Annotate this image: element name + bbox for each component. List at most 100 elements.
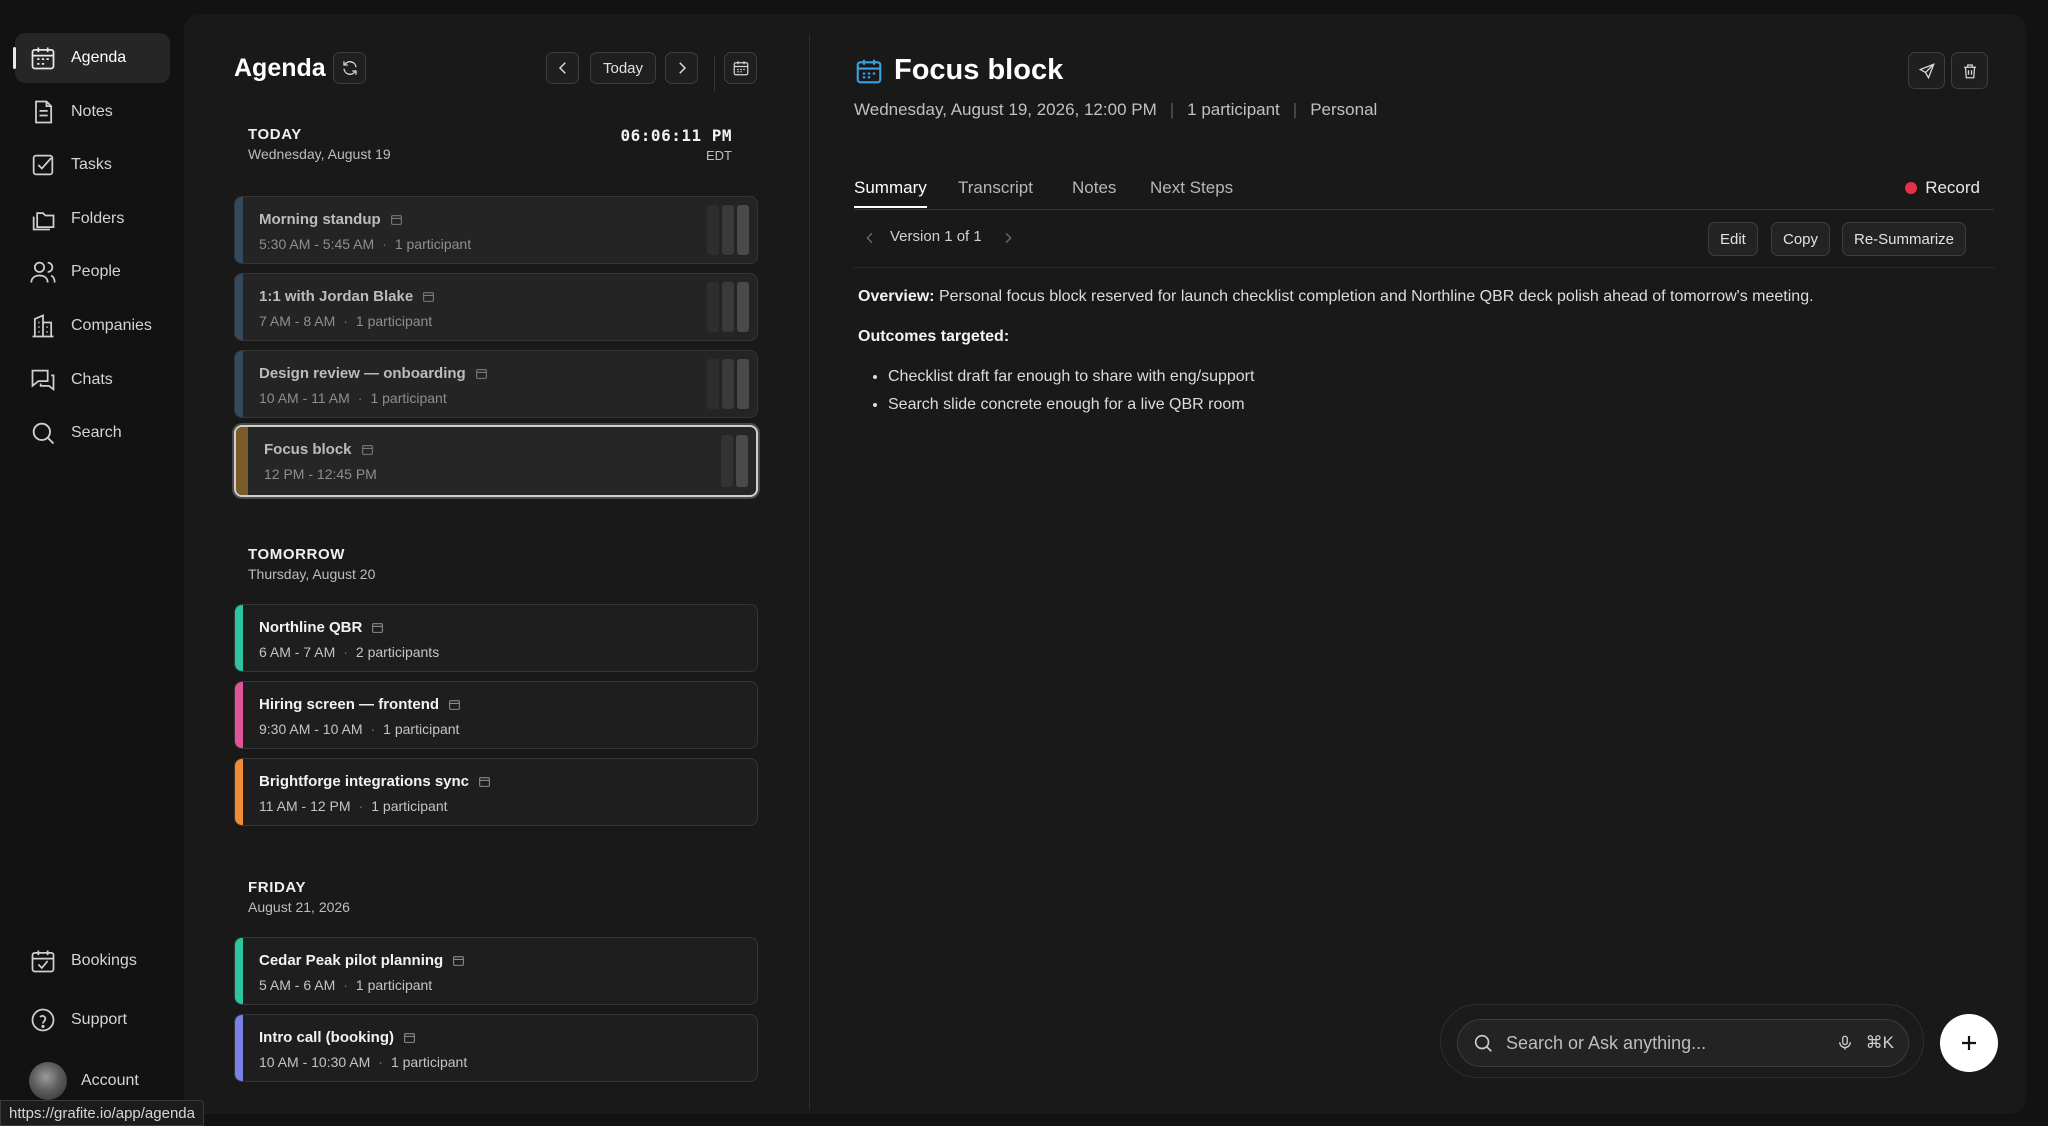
next-day-button[interactable] <box>665 52 698 84</box>
plus-icon <box>1962 1036 1976 1050</box>
sidebar-item-notes[interactable]: Notes <box>15 87 170 137</box>
sidebar-item-bookings[interactable]: Bookings <box>15 936 170 986</box>
event-color-bar <box>235 197 243 263</box>
event-meta: 11 AM - 12 PM · 1 participant <box>259 798 448 814</box>
copy-button[interactable]: Copy <box>1771 222 1831 256</box>
main-panel: Agenda Today TODAY Wednesday, August 19 … <box>184 14 2026 1114</box>
day-header-tomorrow: TOMORROW Thursday, August 20 <box>234 532 758 608</box>
calendar-small-icon <box>390 215 402 225</box>
sidebar-item-label: Bookings <box>71 952 137 969</box>
day-name: FRIDAY <box>248 879 307 896</box>
sidebar-item-support[interactable]: Support <box>15 995 170 1045</box>
help-icon <box>31 1008 55 1032</box>
detail-tabs: Summary Transcript Notes Next Steps Reco… <box>854 164 1994 210</box>
chevron-left-icon[interactable] <box>862 230 878 246</box>
chevron-right-icon[interactable] <box>1000 230 1016 246</box>
tab-summary[interactable]: Summary <box>854 178 927 208</box>
calendar-small-icon <box>453 956 465 966</box>
summary-content: Overview: Personal focus block reserved … <box>858 286 1998 422</box>
calendar-icon <box>31 47 55 70</box>
event-meta: 10 AM - 10:30 AM · 1 participant <box>259 1054 468 1070</box>
tab-notes[interactable]: Notes <box>1072 178 1116 198</box>
delete-button[interactable] <box>1951 52 1988 89</box>
calendar-small-icon <box>361 445 373 455</box>
event-title: Brightforge integrations sync <box>259 773 491 790</box>
event-card-design-review[interactable]: Design review — onboarding 10 AM - 11 AM… <box>234 350 758 418</box>
calendar-icon <box>856 59 882 83</box>
new-item-button[interactable] <box>1940 1014 1998 1072</box>
previous-day-button[interactable] <box>546 52 579 84</box>
tab-next-steps[interactable]: Next Steps <box>1150 178 1233 198</box>
day-header-today: TODAY Wednesday, August 19 06:06:11 PM E… <box>234 126 758 198</box>
trash-icon <box>1963 63 1976 78</box>
share-button[interactable] <box>1908 52 1945 89</box>
event-card-morning-standup[interactable]: Morning standup 5:30 AM - 5:45 AM · 1 part… <box>234 196 758 264</box>
meeting-participants: 1 participant <box>1187 100 1280 119</box>
event-card-hiring-screen[interactable]: Hiring screen — frontend 9:30 AM - 10 AM… <box>234 681 758 749</box>
event-card-intro-call[interactable]: Intro call (booking) 10 AM - 10:30 AM · 1 … <box>234 1014 758 1082</box>
edit-button[interactable]: Edit <box>1708 222 1758 256</box>
detail-header: Focus block <box>854 54 1063 87</box>
event-title: Morning standup <box>259 211 403 228</box>
event-title: Cedar Peak pilot planning <box>259 952 465 969</box>
chat-icon <box>31 369 55 392</box>
clock-time: 06:06:11 PM <box>620 126 732 145</box>
microphone-icon[interactable] <box>1836 1034 1854 1052</box>
calendar-small-icon <box>423 292 435 302</box>
sidebar-item-label: Support <box>71 1011 128 1028</box>
sidebar-item-account[interactable]: Account <box>15 1056 170 1106</box>
event-card-1on1-jordan-blake[interactable]: 1:1 with Jordan Blake 7 AM - 8 AM · 1 part… <box>234 273 758 341</box>
meeting-meta: Wednesday, August 19, 2026, 12:00 PM | 1… <box>854 100 1377 120</box>
sidebar-item-label: Tasks <box>71 156 112 173</box>
keyboard-shortcut: ⌘K <box>1865 1033 1894 1052</box>
page-title: Focus block <box>894 54 1064 86</box>
record-button[interactable]: Record <box>1905 178 1980 198</box>
tab-transcript[interactable]: Transcript <box>958 178 1033 198</box>
folders-icon <box>32 212 55 231</box>
list-item: Checklist draft far enough to share with… <box>888 366 1998 388</box>
sidebar-item-companies[interactable]: Companies <box>15 301 170 351</box>
sidebar-item-label: Folders <box>71 210 125 227</box>
sidebar-item-folders[interactable]: Folders <box>15 194 170 244</box>
record-dot-icon <box>1905 182 1918 194</box>
event-card-cedar-peak[interactable]: Cedar Peak pilot planning 5 AM - 6 AM · 1 … <box>234 937 758 1005</box>
sidebar-item-label: Account <box>81 1072 139 1089</box>
sidebar-item-label: Chats <box>71 371 113 388</box>
event-card-brightforge-sync[interactable]: Brightforge integrations sync 11 AM - 12… <box>234 758 758 826</box>
event-color-bar <box>235 351 243 417</box>
sidebar-item-agenda[interactable]: Agenda <box>13 33 170 83</box>
search-input[interactable] <box>1506 1032 1836 1054</box>
calendar-small-icon <box>404 1033 415 1043</box>
event-card-northline-qbr[interactable]: Northline QBR 6 AM - 7 AM · 2 participants <box>234 604 758 672</box>
sidebar-item-search[interactable]: Search <box>15 408 170 458</box>
event-title: Northline QBR <box>259 619 384 636</box>
status-url: https://grafite.io/app/agenda <box>0 1100 204 1126</box>
sidebar-item-people[interactable]: People <box>15 247 170 297</box>
search-icon <box>1474 1034 1492 1052</box>
refresh-icon <box>342 61 357 75</box>
today-button[interactable]: Today <box>590 52 656 84</box>
list-item: Search slide concrete enough for a live … <box>888 394 1998 416</box>
event-progress-stripes <box>721 435 748 487</box>
event-color-bar <box>235 759 243 825</box>
event-title: Design review — onboarding <box>259 365 488 382</box>
refresh-button[interactable] <box>333 52 366 84</box>
event-meta: 5:30 AM - 5:45 AM · 1 participant <box>259 236 472 252</box>
day-date: August 21, 2026 <box>248 899 350 915</box>
ask-input-box[interactable]: ⌘K <box>1457 1019 1909 1067</box>
calendar-view-button[interactable] <box>724 52 757 84</box>
event-title: Intro call (booking) <box>259 1029 416 1046</box>
calendar-small-icon <box>449 700 460 710</box>
resummarize-button[interactable]: Re-Summarize <box>1842 222 1967 256</box>
sidebar-item-chats[interactable]: Chats <box>15 355 170 405</box>
event-color-bar <box>236 427 248 495</box>
event-card-focus-block[interactable]: Focus block 12 PM - 12:45 PM <box>234 425 758 497</box>
sidebar-item-tasks[interactable]: Tasks <box>15 140 170 190</box>
event-meta: 9:30 AM - 10 AM · 1 participant <box>259 721 460 737</box>
chevron-right-icon <box>678 62 686 74</box>
send-icon <box>1918 62 1935 79</box>
outcomes-heading: Outcomes targeted: <box>858 328 1010 345</box>
day-name: TOMORROW <box>248 546 346 563</box>
sidebar-item-label: Companies <box>71 317 152 334</box>
meta-separator: | <box>1292 100 1298 119</box>
